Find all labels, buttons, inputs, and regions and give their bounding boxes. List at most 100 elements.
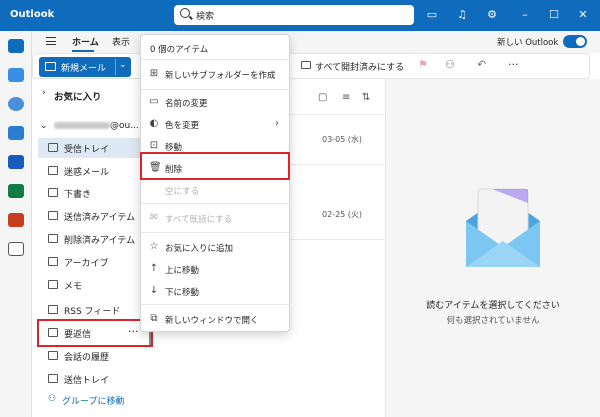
folder-label: 迷惑メール <box>64 168 110 178</box>
folder-outbox[interactable]: 送信トレイ <box>38 369 152 389</box>
menu-item-add-favorite[interactable]: ☆ お気に入りに追加 <box>141 237 289 258</box>
new-folder-icon: ⊞ <box>149 68 159 79</box>
empty-state-subtitle: 何も選択されていません <box>446 316 540 326</box>
arrow-down-icon: ↓ <box>149 285 159 296</box>
folder-label: アーカイブ <box>64 259 109 269</box>
bell-icon[interactable]: ♫ <box>456 9 468 21</box>
select-icon[interactable]: ▢ <box>318 92 327 103</box>
folder-junk[interactable]: 迷惑メール <box>38 161 152 181</box>
folder-drafts[interactable]: 下書き <box>38 183 152 203</box>
envelope-icon <box>45 62 56 71</box>
mail-read-icon: ✉ <box>149 212 159 223</box>
menu-item-label: すべて既読にする <box>165 215 233 225</box>
folder-deleted[interactable]: 削除済みアイテム <box>38 229 152 249</box>
account-name-redacted <box>54 122 110 129</box>
mail-icon[interactable] <box>8 39 24 53</box>
app-rail <box>0 31 32 417</box>
folder-label: RSS フィード <box>64 307 121 317</box>
menu-separator <box>141 203 289 204</box>
folder-label: 会話の履歴 <box>64 353 110 363</box>
menu-separator <box>141 232 289 233</box>
menu-item-label: 下に移動 <box>165 288 200 298</box>
minimize-button[interactable]: – <box>518 8 532 22</box>
powerpoint-icon[interactable] <box>8 213 24 227</box>
menu-header: 0 個のアイテム <box>150 45 209 55</box>
people-icon[interactable] <box>8 97 24 111</box>
menu-item-new-subfolder[interactable]: ⊞ 新しいサブフォルダーを作成 <box>141 64 289 85</box>
divider <box>288 239 386 240</box>
more-options-icon[interactable]: ··· <box>508 58 519 71</box>
account-header[interactable]: @ou... <box>54 121 152 131</box>
mark-all-read-button[interactable]: すべて開封済みにする <box>315 60 404 73</box>
inbox-icon <box>48 143 58 152</box>
folder-label: 下書き <box>64 190 92 200</box>
filter-icon[interactable]: ≡ <box>342 92 350 103</box>
undo-icon[interactable]: ↶ <box>477 58 486 71</box>
calendar-icon[interactable] <box>8 68 24 82</box>
rename-icon: ▭ <box>149 96 159 107</box>
apps-icon[interactable] <box>8 242 24 256</box>
flag-icon[interactable]: ⚑ <box>418 58 428 71</box>
todo-icon[interactable] <box>8 126 24 140</box>
trash-icon <box>48 234 58 243</box>
app-name: Outlook <box>10 9 55 20</box>
favorites-header[interactable]: お気に入り <box>54 89 102 103</box>
groups-icon[interactable]: ⚇ <box>445 58 455 71</box>
menu-item-rename[interactable]: ▭ 名前の変更 <box>141 92 289 113</box>
folder-notes[interactable]: メモ <box>38 275 152 295</box>
reading-pane: 読むアイテムを選択してください 何も選択されていません <box>386 79 600 417</box>
menu-item-label: 上に移動 <box>165 266 200 276</box>
chevron-down-icon[interactable]: ⌄ <box>40 121 48 131</box>
tab-view[interactable]: 表示 <box>112 35 130 48</box>
folder-inbox[interactable]: 受信トレイ <box>38 138 152 158</box>
new-mail-label: 新規メール <box>61 64 107 74</box>
hamburger-icon[interactable] <box>46 37 56 45</box>
excel-icon[interactable] <box>8 184 24 198</box>
menu-item-move-down[interactable]: ↓ 下に移動 <box>141 281 289 302</box>
menu-item-change-color[interactable]: ◐ 色を変更 › <box>141 114 289 135</box>
new-mail-button[interactable]: 新規メール ⌄ <box>39 57 131 77</box>
split-divider <box>115 59 116 75</box>
command-toolbar: 新規メール ⌄ すべて開封済みにする ⚑ ⚇ ↶ ··· <box>32 53 590 79</box>
open-envelope-icon <box>466 188 540 267</box>
go-to-groups-link[interactable]: ⚇ グループに移動 <box>48 394 124 407</box>
word-icon[interactable] <box>8 155 24 169</box>
folder-label: 送信トレイ <box>64 376 110 386</box>
message-date: 03-05 (水) <box>322 135 363 144</box>
star-icon: ☆ <box>149 241 159 252</box>
gear-icon[interactable]: ⚙ <box>486 9 498 21</box>
new-outlook-toggle[interactable] <box>563 35 587 48</box>
active-tab-indicator <box>72 50 94 52</box>
sort-icon[interactable]: ⇅ <box>362 92 370 103</box>
tab-home[interactable]: ホーム <box>72 35 99 48</box>
folder-archive[interactable]: アーカイブ <box>38 252 152 272</box>
groups-icon: ⚇ <box>48 394 57 404</box>
folder-rss[interactable]: RSS フィード <box>38 300 152 320</box>
menu-item-label: 色を変更 <box>165 121 200 131</box>
arrow-up-icon: ↑ <box>149 263 159 274</box>
menu-item-mark-all-read: ✉ すべて既読にする <box>141 208 289 229</box>
search-box[interactable]: 検索 <box>174 5 414 25</box>
maximize-button[interactable]: ☐ <box>547 8 561 22</box>
menu-separator <box>141 59 289 60</box>
folder-conversation-history[interactable]: 会話の履歴 <box>38 346 152 366</box>
chevron-right-icon: › <box>275 118 279 129</box>
divider <box>288 114 386 115</box>
divider <box>288 164 386 165</box>
account-suffix: @ou... <box>110 121 139 131</box>
menu-item-move-up[interactable]: ↑ 上に移動 <box>141 259 289 280</box>
message-date: 02-25 (火) <box>322 210 363 219</box>
chevron-down-icon[interactable]: ⌄ <box>119 60 127 70</box>
close-button[interactable]: ✕ <box>576 8 590 22</box>
chevron-right-icon[interactable]: › <box>42 88 46 98</box>
outbox-icon <box>48 374 58 383</box>
folder-label: メモ <box>64 282 83 292</box>
palette-icon: ◐ <box>149 118 159 129</box>
folder-sent[interactable]: 送信済みアイテム <box>38 206 152 226</box>
folder-pane: › お気に入り ⌄ @ou... 受信トレイ 迷惑メール 下書き 送信済みアイテ… <box>32 79 152 417</box>
search-icon <box>180 8 190 18</box>
menu-item-open-new-window[interactable]: ⧉ 新しいウィンドウで開く <box>141 309 289 330</box>
junk-icon <box>48 166 58 175</box>
note-icon <box>48 280 58 289</box>
notes-icon[interactable]: ▭ <box>426 9 438 21</box>
